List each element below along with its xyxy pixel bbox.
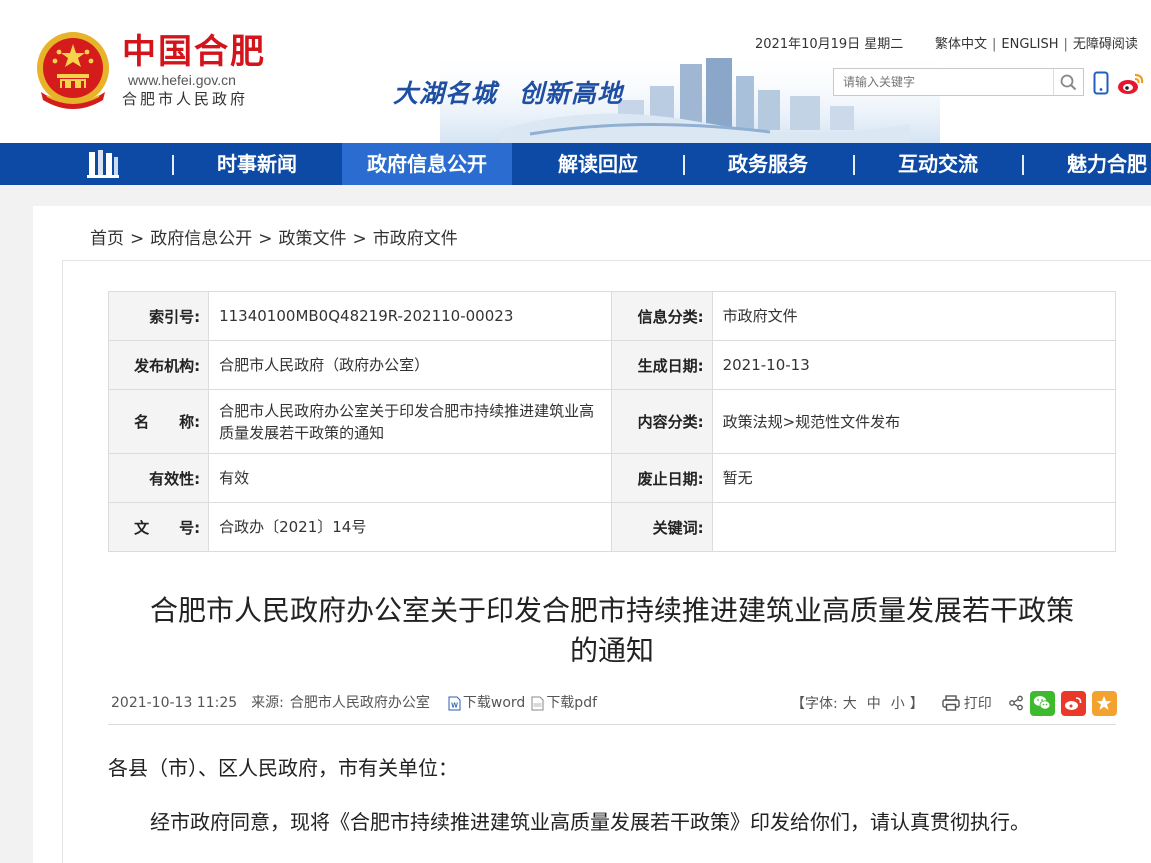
divider: | — [992, 37, 997, 52]
meta-row: 有效性: 有效 废止日期: 暂无 — [107, 453, 1117, 503]
nav-news[interactable]: 时事新闻 — [172, 143, 342, 185]
top-links: 繁体中文 | ENGLISH | 无障碍阅读 — [935, 36, 1138, 54]
font-size-label: 【字体: — [791, 696, 838, 712]
index-label: 索引号: — [107, 291, 210, 341]
article-title: 合肥市人民政府办公室关于印发合肥市持续推进建筑业高质量发展若干政策 的通知 — [108, 591, 1116, 671]
document-meta-table: 索引号: 11340100MB0Q48219R-202110-00023 信息分… — [107, 291, 1117, 552]
weibo-share-icon — [1065, 696, 1082, 710]
slogan-part2: 创新高地 — [519, 79, 624, 108]
content-category-value: 政策法规>规范性文件发布 — [711, 389, 1117, 454]
created-label: 生成日期: — [611, 340, 713, 390]
inner-frame-left — [62, 260, 63, 863]
meta-row: 文 号: 合政办〔2021〕14号 关键词: — [107, 502, 1117, 552]
created-value: 2021-10-13 — [711, 340, 1117, 390]
download-pdf-link[interactable]: 下载pdf — [546, 693, 597, 713]
nav-services[interactable]: 政务服务 — [683, 143, 853, 185]
site-header: 中国合肥 www.hefei.gov.cn 合肥市人民政府 大湖名城 创新高地 2… — [0, 0, 1151, 143]
search-button[interactable] — [1053, 69, 1083, 95]
site-name[interactable]: 中国合肥 — [122, 33, 266, 71]
expiry-label: 废止日期: — [611, 453, 713, 503]
category-value: 市政府文件 — [711, 291, 1117, 341]
breadcrumb-separator: > — [130, 229, 145, 249]
source-value: 合肥市人民政府办公室 — [289, 695, 430, 711]
keywords-value — [711, 502, 1117, 552]
article-divider — [108, 724, 1116, 725]
pdf-file-icon — [531, 696, 544, 710]
weibo-icon[interactable] — [1117, 72, 1145, 96]
meta-row: 名 称: 合肥市人民政府办公室关于印发合肥市持续推进建筑业高质量发展若干政策的通… — [107, 389, 1117, 454]
article-tools: 【字体: 大 中 小 】 打印 — [791, 690, 1117, 716]
traditional-chinese-link[interactable]: 繁体中文 — [935, 37, 987, 52]
nav-gov-info[interactable]: 政府信息公开 — [342, 143, 512, 185]
article-salutation: 各县（市）、区人民政府，市有关单位： — [108, 756, 458, 780]
breadcrumb-city-docs[interactable]: 市政府文件 — [373, 229, 458, 249]
word-file-icon: W — [448, 696, 461, 710]
publisher-label: 发布机构: — [107, 340, 210, 390]
download-word-link[interactable]: 下载word — [463, 693, 525, 713]
font-size-large[interactable]: 大 — [843, 693, 857, 713]
english-link[interactable]: ENGLISH — [1001, 37, 1058, 52]
docno-label: 文 号: — [107, 502, 210, 552]
name-value: 合肥市人民政府办公室关于印发合肥市持续推进建筑业高质量发展若干政策的通知 — [208, 389, 613, 454]
nav-interaction[interactable]: 互动交流 — [853, 143, 1023, 185]
article-datetime: 2021-10-13 11:25 — [111, 695, 238, 711]
name-label: 名 称: — [107, 389, 210, 454]
breadcrumb-separator: > — [258, 229, 273, 249]
mobile-phone-icon[interactable] — [1093, 71, 1109, 95]
print-button[interactable]: 打印 — [964, 693, 992, 713]
font-size-label-close: 】 — [909, 696, 924, 712]
font-size-small[interactable]: 小 — [891, 693, 905, 713]
validity-value: 有效 — [208, 453, 613, 503]
share-icon[interactable] — [1008, 695, 1024, 711]
search-input[interactable] — [834, 69, 1052, 95]
content-panel: 首页 > 政府信息公开 > 政策文件 > 市政府文件 索引号: 11340100MB0Q48… — [33, 206, 1151, 863]
wechat-icon — [1034, 696, 1051, 710]
inner-frame-top — [62, 260, 1151, 261]
accessibility-link[interactable]: 无障碍阅读 — [1073, 37, 1138, 52]
svg-text:W: W — [451, 702, 458, 709]
share-weibo-button[interactable] — [1060, 690, 1086, 716]
breadcrumb-home[interactable]: 首页 — [90, 229, 124, 249]
site-subname: 合肥市人民政府 — [122, 90, 249, 108]
publisher-value: 合肥市人民政府（政府办公室） — [208, 340, 613, 390]
printer-icon[interactable] — [942, 695, 960, 711]
current-date: 2021年10月19日 星期二 — [755, 37, 904, 52]
favorite-button[interactable] — [1091, 690, 1117, 716]
share-wechat-button[interactable] — [1029, 690, 1055, 716]
docno-value: 合政办〔2021〕14号 — [208, 502, 613, 552]
meta-row: 发布机构: 合肥市人民政府（政府办公室） 生成日期: 2021-10-13 — [107, 340, 1117, 390]
search-box — [833, 68, 1084, 96]
breadcrumb: 首页 > 政府信息公开 > 政策文件 > 市政府文件 — [90, 228, 458, 250]
index-value: 11340100MB0Q48219R-202110-00023 — [208, 291, 613, 341]
validity-label: 有效性: — [107, 453, 210, 503]
font-size-medium[interactable]: 中 — [867, 693, 881, 713]
article-paragraph: 经市政府同意，现将《合肥市持续推进建筑业高质量发展若干政策》印发给你们，请认真贯… — [150, 810, 1030, 834]
article-info: 2021-10-13 11:25 来源: 合肥市人民政府办公室 W 下载word… — [111, 693, 597, 713]
nav-charm[interactable]: 魅力合肥 — [1022, 143, 1151, 185]
source-label: 来源: — [251, 695, 284, 711]
meta-row: 索引号: 11340100MB0Q48219R-202110-00023 信息分… — [107, 291, 1117, 341]
national-emblem-icon — [37, 32, 109, 109]
divider: | — [1063, 37, 1068, 52]
breadcrumb-policy[interactable]: 政策文件 — [279, 229, 347, 249]
search-icon — [1060, 74, 1077, 90]
content-category-label: 内容分类: — [611, 389, 713, 454]
home-building-icon[interactable] — [86, 148, 120, 180]
slogan: 大湖名城 创新高地 — [393, 78, 623, 110]
breadcrumb-gov-info[interactable]: 政府信息公开 — [150, 229, 252, 249]
breadcrumb-separator: > — [352, 229, 367, 249]
article-title-line2: 的通知 — [569, 634, 654, 667]
article-title-line1: 合肥市人民政府办公室关于印发合肥市持续推进建筑业高质量发展若干政策 — [149, 594, 1074, 627]
expiry-value: 暂无 — [711, 453, 1117, 503]
slogan-part1: 大湖名城 — [393, 79, 498, 108]
category-label: 信息分类: — [611, 291, 713, 341]
keywords-label: 关键词: — [611, 502, 713, 552]
main-nav: 时事新闻 政府信息公开 解读回应 政务服务 互动交流 魅力合肥 — [0, 143, 1151, 185]
star-icon — [1096, 696, 1112, 710]
nav-interpretation[interactable]: 解读回应 — [513, 143, 683, 185]
site-domain: www.hefei.gov.cn — [128, 72, 236, 88]
